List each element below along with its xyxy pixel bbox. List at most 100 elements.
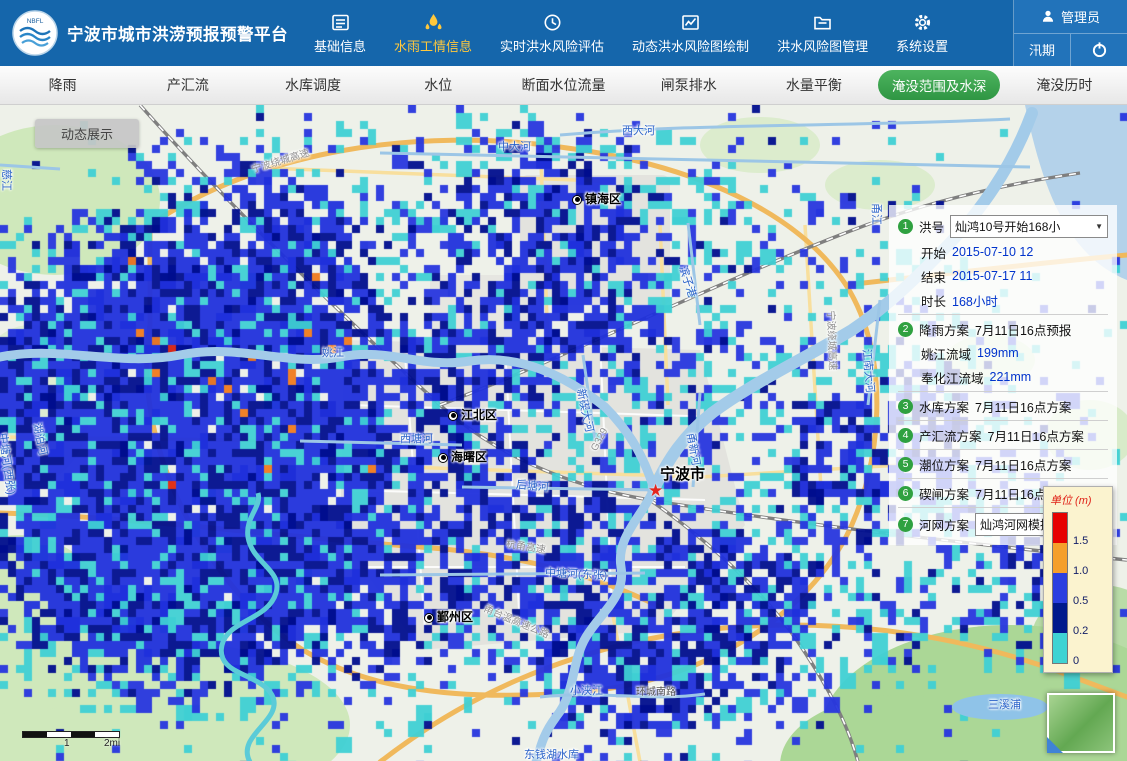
tab-label: 产汇流 — [167, 77, 209, 93]
yaojiang-basin-value: 199mm — [977, 346, 1019, 360]
page-title: 宁波市城市洪涝预报预警平台 — [67, 21, 288, 45]
divider — [898, 420, 1108, 421]
legend-tick-label: 1.0 — [1073, 565, 1088, 577]
logo-text: NBFL — [27, 18, 44, 25]
nav-label: 洪水风险图管理 — [777, 36, 868, 55]
step-4-badge: 4 — [898, 428, 913, 443]
legend-colorbar: 1.51.00.50.20 — [1052, 512, 1108, 664]
function-tab-bar: 降雨 产汇流 水库调度 水位 断面水位流量 闸泵排水 水量平衡 淹没范围及水深 … — [0, 66, 1127, 105]
divider — [898, 449, 1108, 450]
legend-segment — [1053, 573, 1067, 603]
legend-segment — [1053, 633, 1067, 663]
platform-logo-icon: NBFL — [12, 10, 58, 56]
tab-label: 闸泵排水 — [661, 77, 717, 93]
flood-platform-app: NBFL 宁波市城市洪涝预报预警平台 基础信息 水雨工情信息 — [0, 0, 1127, 761]
tab-water-balance[interactable]: 水量平衡 — [751, 75, 876, 95]
river-network-scheme-label: 河网方案 — [919, 515, 969, 534]
flood-number-label: 洪号 — [919, 217, 944, 236]
runoff-scheme-value: 7月11日16点方案 — [988, 426, 1084, 445]
power-icon — [1091, 41, 1108, 58]
depth-legend: 单位 (m) 1.51.00.50.20 — [1043, 486, 1113, 673]
overview-minimap[interactable] — [1047, 693, 1115, 753]
reservoir-scheme-label: 水库方案 — [919, 397, 969, 416]
folder-map-icon — [812, 12, 833, 33]
user-icon — [1041, 9, 1055, 23]
brand: NBFL 宁波市城市洪涝预报预警平台 — [0, 0, 298, 66]
nav-label: 实时洪水风险评估 — [500, 36, 604, 55]
divider — [898, 314, 1108, 315]
gear-icon — [912, 12, 933, 33]
dynamic-display-button[interactable]: 动态展示 — [35, 119, 139, 148]
nav-water-rain-info[interactable]: 水雨工情信息 — [394, 12, 472, 55]
legend-tick-label: 1.5 — [1073, 535, 1088, 547]
step-3-badge: 3 — [898, 399, 913, 414]
legend-tick-label: 0.2 — [1073, 625, 1088, 637]
nav-flood-map-management[interactable]: 洪水风险图管理 — [777, 12, 868, 55]
nav-basic-info[interactable]: 基础信息 — [314, 12, 366, 55]
nav-label: 动态洪水风险图绘制 — [632, 36, 749, 55]
scalebar-mid-label: 1 — [64, 738, 70, 749]
tab-water-level[interactable]: 水位 — [376, 75, 501, 95]
step-7-badge: 7 — [898, 517, 913, 532]
user-menu[interactable]: 管理员 — [1014, 0, 1127, 34]
tab-runoff[interactable]: 产汇流 — [125, 75, 250, 95]
nav-label: 基础信息 — [314, 36, 366, 55]
clock-icon — [542, 12, 563, 33]
flood-number-select[interactable]: 灿鸿10号开始168小 ▼ — [950, 215, 1108, 238]
tab-reservoir-dispatch[interactable]: 水库调度 — [250, 75, 375, 95]
step-1-badge: 1 — [898, 219, 913, 234]
fenghuajiang-basin-label: 奉化江流域 — [921, 368, 984, 387]
tab-label: 淹没历时 — [1036, 77, 1092, 93]
flood-number-value: 灿鸿10号开始168小 — [955, 218, 1060, 235]
duration-value: 168小时 — [952, 291, 998, 310]
scalebar-end-label: 2mi — [104, 738, 120, 749]
main-nav: 基础信息 水雨工情信息 实时洪水风险评估 动态洪水 — [314, 0, 948, 66]
duration-label: 时长 — [921, 291, 946, 310]
legend-title: 单位 (m) — [1050, 492, 1108, 508]
start-value: 2015-07-10 12 — [952, 245, 1033, 259]
minimap-toggle-button[interactable] — [1047, 737, 1063, 753]
chart-map-icon — [680, 12, 701, 33]
logout-button[interactable] — [1071, 34, 1127, 67]
end-label: 结束 — [921, 267, 946, 286]
divider — [898, 478, 1108, 479]
mode-label: 汛期 — [1029, 40, 1055, 59]
start-label: 开始 — [921, 243, 946, 262]
nav-realtime-flood-risk[interactable]: 实时洪水风险评估 — [500, 12, 604, 55]
nav-dynamic-flood-map[interactable]: 动态洪水风险图绘制 — [632, 12, 749, 55]
legend-segment — [1053, 543, 1067, 573]
tab-inundation-duration[interactable]: 淹没历时 — [1002, 75, 1127, 95]
tab-rainfall[interactable]: 降雨 — [0, 75, 125, 95]
step-5-badge: 5 — [898, 457, 913, 472]
gate-scheme-label: 碶闸方案 — [919, 484, 969, 503]
reservoir-scheme-value: 7月11日16点方案 — [975, 397, 1071, 416]
rain-scheme-value: 7月11日16点预报 — [975, 320, 1071, 339]
tab-inundation-extent-depth[interactable]: 淹没范围及水深 — [877, 70, 1002, 100]
nav-label: 水雨工情信息 — [394, 36, 472, 55]
nav-label: 系统设置 — [896, 36, 948, 55]
tab-label: 断面水位流量 — [521, 77, 605, 93]
rain-scheme-label: 降雨方案 — [919, 320, 969, 339]
clipboard-icon — [330, 12, 351, 33]
tab-label: 水位 — [424, 77, 452, 93]
end-value: 2015-07-17 11 — [952, 269, 1032, 283]
tab-section-flow[interactable]: 断面水位流量 — [501, 75, 626, 95]
legend-segment — [1053, 603, 1067, 633]
step-2-badge: 2 — [898, 322, 913, 337]
tide-scheme-value: 7月11日16点方案 — [975, 455, 1071, 474]
yaojiang-basin-label: 姚江流域 — [921, 344, 971, 363]
legend-segment — [1053, 513, 1067, 543]
tab-gate-pump-drainage[interactable]: 闸泵排水 — [626, 75, 751, 95]
chevron-down-icon: ▼ — [1095, 222, 1103, 231]
tab-label: 水库调度 — [285, 77, 341, 93]
tab-label-active: 淹没范围及水深 — [878, 70, 1001, 100]
scalebar-blocks — [22, 731, 120, 738]
divider — [898, 391, 1108, 392]
flood-season-button[interactable]: 汛期 — [1014, 34, 1071, 67]
legend-tick-label: 0 — [1073, 655, 1079, 667]
fenghuajiang-basin-value: 221mm — [990, 370, 1032, 384]
step-6-badge: 6 — [898, 486, 913, 501]
user-area: 管理员 汛期 — [1013, 0, 1127, 66]
map-canvas[interactable]: 慈江宁波绕城高速中大河西大河镇海区滨子港甬江宁波绕城高速江南大河湖泊河中塘河(西… — [0, 105, 1127, 761]
nav-system-settings[interactable]: 系统设置 — [896, 12, 948, 55]
